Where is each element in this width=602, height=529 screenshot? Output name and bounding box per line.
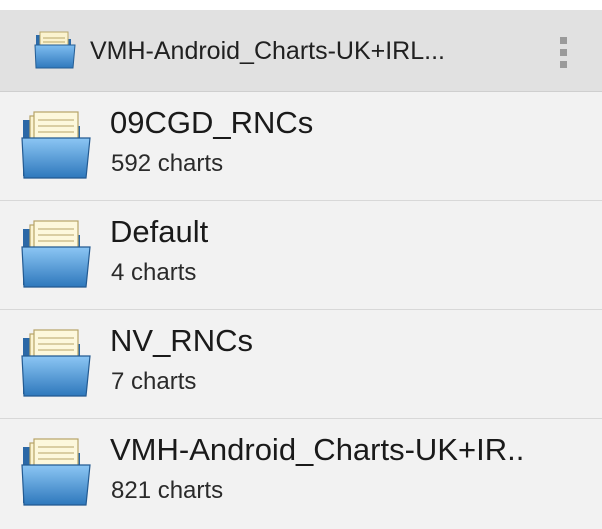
folder-name: 09CGD_RNCs — [110, 105, 314, 140]
folder-item-vmh-android-charts[interactable]: VMH-Android_Charts-UK+IR.. 821 charts — [0, 419, 602, 528]
chart-count: 7 charts — [111, 368, 197, 395]
overflow-dot — [559, 48, 567, 56]
folder-name: VMH-Android_Charts-UK+IR.. — [110, 432, 525, 467]
folder-item-nv-rncs[interactable]: NV_RNCs 7 charts — [0, 310, 602, 419]
folder-name: Default — [110, 214, 209, 249]
chart-count: 4 charts — [111, 259, 197, 286]
screen: VMH-Android_Charts-UK+IRL... 09CGD_RNCs … — [0, 0, 602, 529]
overflow-dot — [559, 60, 567, 68]
folder-icon — [20, 328, 94, 400]
action-bar: VMH-Android_Charts-UK+IRL... — [0, 10, 602, 92]
overflow-menu-icon — [559, 36, 567, 44]
overflow-menu-button[interactable] — [545, 30, 581, 74]
folder-item-default[interactable]: Default 4 charts — [0, 201, 602, 310]
folder-icon — [20, 110, 94, 182]
chart-count: 821 charts — [111, 477, 224, 504]
folder-icon — [20, 219, 94, 291]
chart-count: 592 charts — [111, 150, 224, 177]
status-gap — [0, 0, 602, 10]
folder-item-09cgd-rncs[interactable]: 09CGD_RNCs 592 charts — [0, 92, 602, 201]
folder-icon — [20, 437, 94, 509]
folder-icon — [33, 27, 79, 73]
folder-list: 09CGD_RNCs 592 charts Default 4 charts N… — [0, 92, 602, 529]
app-title: VMH-Android_Charts-UK+IRL... — [90, 37, 445, 65]
folder-name: NV_RNCs — [110, 323, 253, 358]
